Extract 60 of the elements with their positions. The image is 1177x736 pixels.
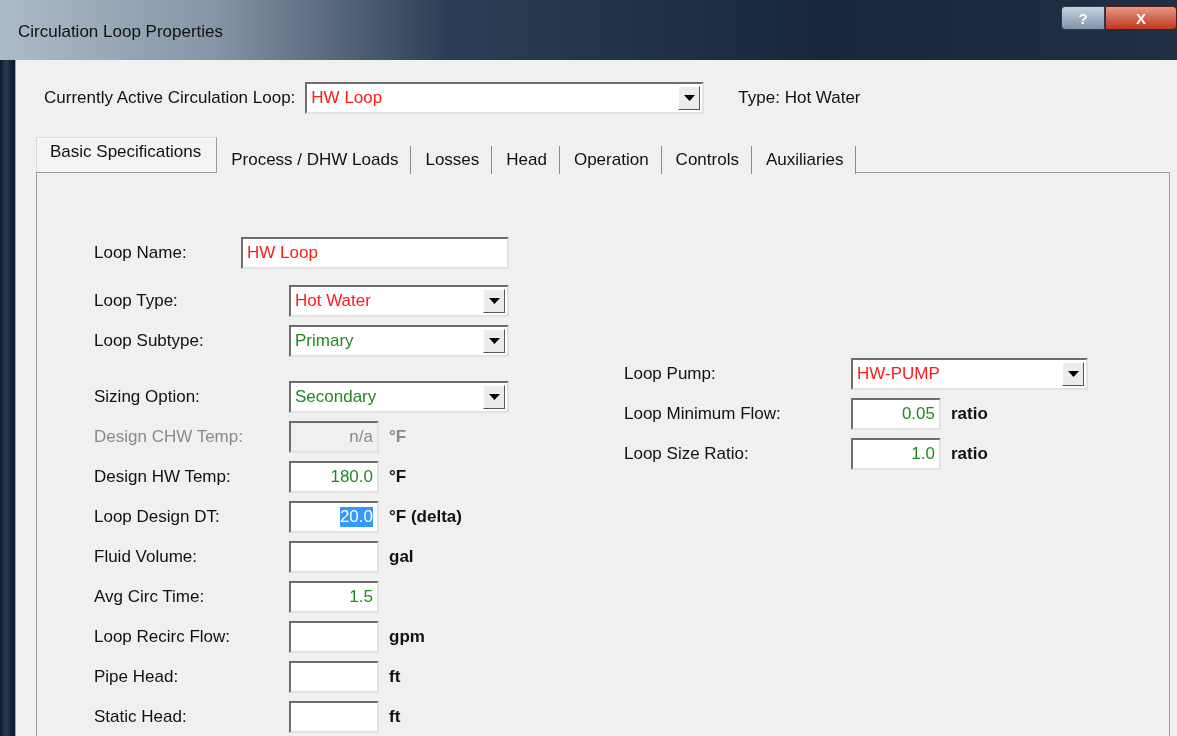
dropdown-button[interactable] bbox=[483, 289, 505, 313]
unit-label: gpm bbox=[389, 627, 425, 647]
field-label: Loop Recirc Flow: bbox=[94, 627, 232, 647]
input-field[interactable]: 0.05 bbox=[851, 398, 941, 430]
caret-icon bbox=[488, 394, 500, 400]
dropdown-button[interactable] bbox=[1062, 362, 1084, 386]
tab[interactable]: Losses bbox=[411, 146, 493, 174]
caret-icon bbox=[488, 298, 500, 304]
unit-label: °F bbox=[389, 467, 407, 487]
unit-label: °F (delta) bbox=[389, 507, 462, 527]
dropdown-button[interactable] bbox=[483, 385, 505, 409]
field-label: Loop Name: bbox=[94, 243, 188, 263]
tab[interactable]: Operation bbox=[559, 146, 662, 174]
input-field[interactable] bbox=[289, 661, 379, 693]
field-label: Sizing Option: bbox=[94, 387, 201, 407]
field-label: Loop Pump: bbox=[624, 364, 717, 384]
field-label: Loop Design DT: bbox=[94, 507, 221, 527]
field-label: Fluid Volume: bbox=[94, 547, 198, 567]
dropdown-field[interactable]: Secondary bbox=[289, 381, 509, 413]
input-field[interactable]: 180.0 bbox=[289, 461, 379, 493]
active-loop-label: Currently Active Circulation Loop: bbox=[44, 88, 296, 108]
dropdown-field[interactable]: Primary bbox=[289, 325, 509, 357]
dropdown-button[interactable] bbox=[483, 329, 505, 353]
field-label: Loop Size Ratio: bbox=[624, 444, 750, 464]
unit-label: ft bbox=[389, 667, 401, 687]
field-label: Loop Minimum Flow: bbox=[624, 404, 782, 424]
tab[interactable]: Controls bbox=[661, 146, 752, 174]
unit-label: gal bbox=[389, 547, 414, 567]
input-field[interactable]: 20.0 bbox=[289, 501, 379, 533]
caret-icon bbox=[683, 95, 695, 101]
input-field[interactable] bbox=[289, 701, 379, 733]
caret-icon bbox=[1067, 371, 1079, 377]
unit-label: ft bbox=[389, 707, 401, 727]
window-title: Circulation Loop Properties bbox=[18, 22, 225, 42]
tab[interactable]: Head bbox=[492, 146, 560, 174]
field-label: Static Head: bbox=[94, 707, 188, 727]
unit-label: °F bbox=[389, 427, 407, 447]
tab[interactable]: Basic Specifications bbox=[36, 137, 218, 172]
unit-label: ratio bbox=[951, 404, 988, 424]
unit-label: ratio bbox=[951, 444, 988, 464]
tab[interactable]: Auxiliaries bbox=[751, 146, 857, 174]
loop-type-text: Type: Hot Water bbox=[738, 88, 861, 108]
input-field[interactable]: 1.5 bbox=[289, 581, 379, 613]
dropdown-field[interactable]: Hot Water bbox=[289, 285, 509, 317]
input-field[interactable] bbox=[289, 541, 379, 573]
dropdown-field[interactable]: HW Loop bbox=[305, 82, 705, 114]
input-field[interactable] bbox=[289, 621, 379, 653]
field-label: Design CHW Temp: bbox=[94, 427, 244, 447]
field-label: Loop Type: bbox=[94, 291, 179, 311]
field-label: Pipe Head: bbox=[94, 667, 180, 687]
field-label: Avg Circ Time: bbox=[94, 587, 206, 607]
field-label: Design HW Temp: bbox=[94, 467, 232, 487]
input-field[interactable]: 1.0 bbox=[851, 438, 941, 470]
field-label: Loop Subtype: bbox=[94, 331, 205, 351]
dropdown-button[interactable] bbox=[678, 86, 701, 110]
dropdown-field[interactable]: HW-PUMP bbox=[851, 358, 1088, 390]
caret-icon bbox=[488, 338, 500, 344]
tab[interactable]: Process / DHW Loads bbox=[217, 146, 412, 174]
close-button[interactable]: X bbox=[1105, 6, 1177, 30]
input-field[interactable]: HW Loop bbox=[241, 237, 509, 269]
